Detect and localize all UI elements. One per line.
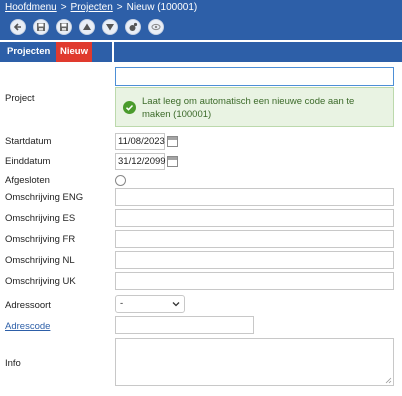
adressoort-value: - <box>120 298 124 309</box>
save-icon <box>37 23 45 31</box>
save-new-button[interactable] <box>56 19 72 35</box>
save-new-icon <box>60 23 68 31</box>
info-label: Info <box>5 358 21 369</box>
copy-button[interactable] <box>125 19 141 35</box>
back-button[interactable] <box>10 19 26 35</box>
up-icon <box>83 23 91 30</box>
einddatum-input[interactable]: 31/12/2099 <box>115 153 166 170</box>
new-badge: Nieuw <box>56 42 92 62</box>
copy-icon <box>129 22 138 31</box>
afgesloten-checkbox[interactable] <box>115 175 126 186</box>
breadcrumb-projecten[interactable]: Projecten <box>71 2 113 13</box>
omschrijving-uk-input[interactable] <box>115 272 394 290</box>
omschrijving-eng-input[interactable] <box>115 188 394 206</box>
breadcrumb-separator: > <box>116 2 123 13</box>
project-code-input[interactable] <box>115 67 394 86</box>
omschrijving-fr-input[interactable] <box>115 230 394 248</box>
project-label: Project <box>5 93 35 104</box>
save-button[interactable] <box>33 19 49 35</box>
check-circle-icon <box>123 101 136 114</box>
down-icon <box>106 24 114 31</box>
breadcrumb-current: Nieuw (100001) <box>126 2 198 13</box>
view-button[interactable] <box>148 19 164 35</box>
afgesloten-label: Afgesloten <box>5 175 50 186</box>
omschrijving-uk-label: Omschrijving UK <box>5 276 76 287</box>
omschrijving-eng-label: Omschrijving ENG <box>5 192 84 203</box>
omschrijving-fr-label: Omschrijving FR <box>5 234 76 245</box>
adrescode-link[interactable]: Adrescode <box>5 321 50 332</box>
calendar-icon[interactable] <box>167 136 178 147</box>
tab-divider <box>112 42 114 62</box>
view-icon <box>151 23 161 31</box>
breadcrumb-hoofdmenu[interactable]: Hoofdmenu <box>5 2 57 13</box>
breadcrumb: Hoofdmenu > Projecten > Nieuw (100001) <box>5 2 197 13</box>
adressoort-label: Adressoort <box>5 300 51 311</box>
tab-projecten[interactable]: Projecten <box>5 42 52 62</box>
omschrijving-es-input[interactable] <box>115 209 394 227</box>
omschrijving-nl-label: Omschrijving NL <box>5 255 75 266</box>
startdatum-label: Startdatum <box>5 136 52 147</box>
chevron-down-icon <box>172 302 180 307</box>
move-up-button[interactable] <box>79 19 95 35</box>
project-hint-text: Laat leeg om automatisch een nieuwe code… <box>142 96 355 120</box>
omschrijving-es-label: Omschrijving ES <box>5 213 76 224</box>
resize-handle-icon[interactable] <box>385 377 392 384</box>
info-textarea[interactable] <box>115 338 394 386</box>
project-hint: Laat leeg om automatisch een nieuwe code… <box>115 87 394 127</box>
back-icon <box>13 23 21 31</box>
adrescode-input[interactable] <box>115 316 254 334</box>
calendar-icon[interactable] <box>167 156 178 167</box>
breadcrumb-separator: > <box>60 2 67 13</box>
adressoort-select[interactable]: - <box>115 295 185 313</box>
omschrijving-nl-input[interactable] <box>115 251 394 269</box>
startdatum-input[interactable]: 11/08/2023 <box>115 133 165 150</box>
einddatum-label: Einddatum <box>5 156 51 167</box>
move-down-button[interactable] <box>102 19 118 35</box>
